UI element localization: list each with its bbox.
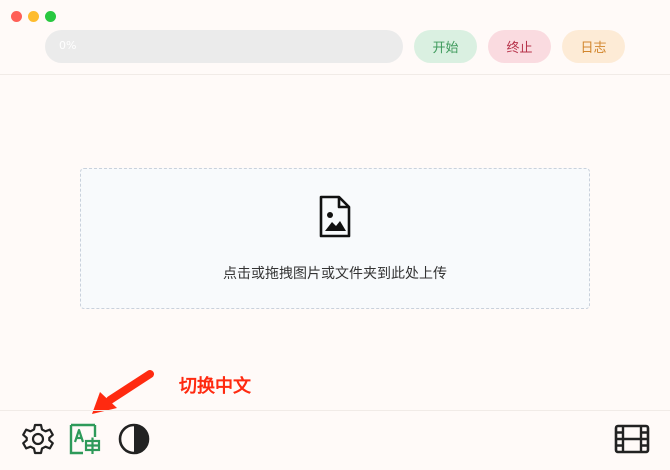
annotation-hint: 切换中文 xyxy=(179,376,251,397)
bottom-divider xyxy=(0,410,670,411)
settings-gear-icon[interactable] xyxy=(21,422,55,460)
language-switch-icon[interactable] xyxy=(69,423,102,459)
theme-contrast-icon[interactable] xyxy=(117,422,151,460)
progress-text: 0% xyxy=(59,39,77,52)
close-window-button[interactable] xyxy=(11,11,22,22)
top-divider xyxy=(0,74,670,75)
log-button[interactable]: 日志 xyxy=(562,30,625,63)
progress-bar: 0% xyxy=(45,30,403,63)
minimize-window-button[interactable] xyxy=(28,11,39,22)
image-file-icon xyxy=(318,195,352,243)
stop-button[interactable]: 终止 xyxy=(488,30,551,63)
annotation-arrow xyxy=(84,368,156,424)
upload-dropzone[interactable]: 点击或拖拽图片或文件夹到此处上传 xyxy=(80,168,590,309)
start-button[interactable]: 开始 xyxy=(414,30,477,63)
toolbar: 0% 开始 终止 日志 xyxy=(45,30,625,63)
window-controls xyxy=(11,11,56,22)
upload-hint-text: 点击或拖拽图片或文件夹到此处上传 xyxy=(223,266,447,282)
maximize-window-button[interactable] xyxy=(45,11,56,22)
film-icon[interactable] xyxy=(614,423,650,459)
